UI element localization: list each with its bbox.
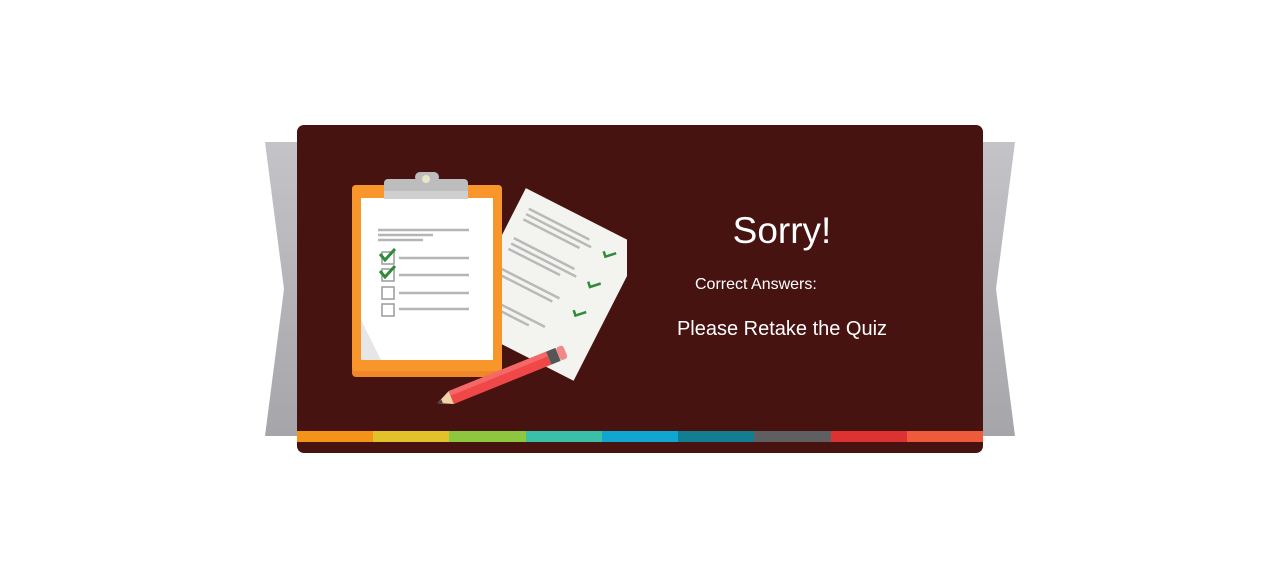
color-stripe-segment — [449, 431, 526, 442]
retake-message: Please Retake the Quiz — [676, 318, 888, 340]
color-stripe-segment — [297, 431, 374, 442]
result-title: Sorry! — [732, 210, 832, 251]
color-stripe-segment — [754, 431, 831, 442]
clipboard-checklist-icon — [352, 172, 627, 404]
color-stripe-segment — [373, 431, 450, 442]
quiz-result-slide: Sorry! Correct Answers: Please Retake th… — [0, 0, 1280, 576]
color-stripe-bar — [297, 431, 983, 442]
color-stripe-segment — [678, 431, 755, 442]
correct-answers-label: Correct Answers: — [695, 276, 817, 293]
color-stripe-segment — [830, 431, 907, 442]
color-stripe-segment — [601, 431, 679, 442]
color-stripe-segment — [525, 431, 602, 442]
color-stripe-segment — [906, 431, 983, 442]
result-card: Sorry! Correct Answers: Please Retake th… — [297, 125, 983, 453]
